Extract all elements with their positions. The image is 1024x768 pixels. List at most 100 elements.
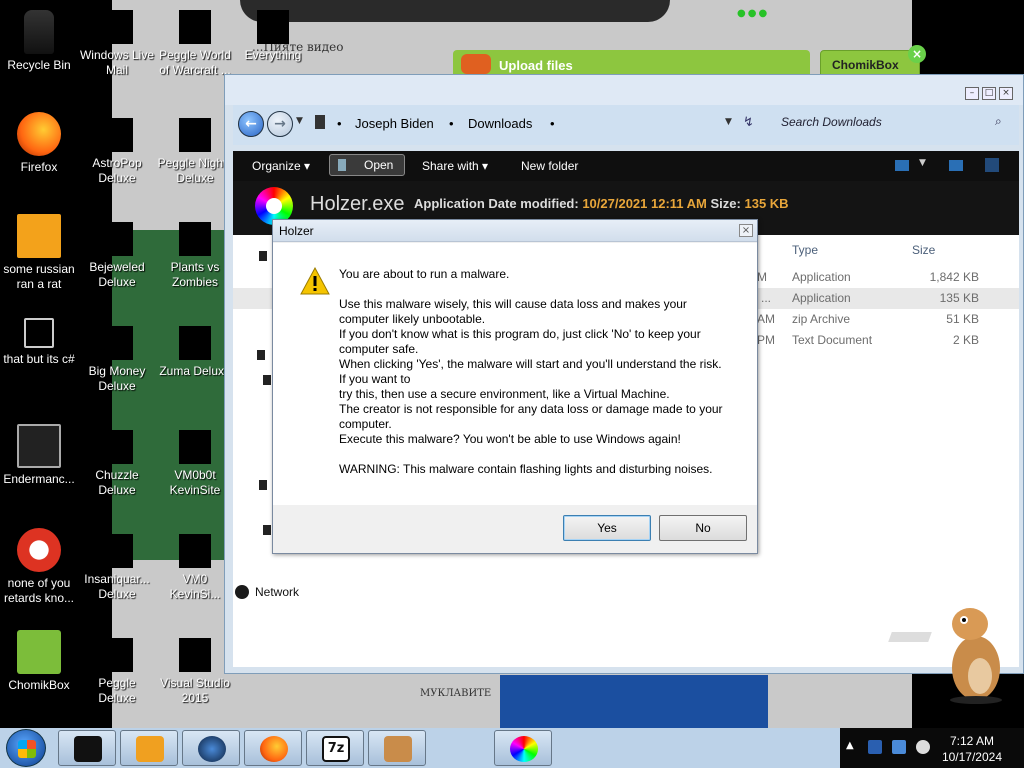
desktop-icon-peggle-nights[interactable]: Peggle Nights Deluxe [156,118,234,186]
search-icon[interactable]: ⌕ [995,114,1002,129]
share-with-button[interactable]: Share with ▾ [422,159,488,173]
desktop-icon-russian-rat[interactable]: some russian ran a rat [0,214,78,292]
breadcrumb-downloads[interactable]: Downloads [468,116,532,131]
no-button[interactable]: No [659,515,747,541]
file-icon [17,214,61,258]
refresh-icon[interactable]: ↯ [743,115,754,130]
webpage-blue-banner [500,675,768,728]
chuzzle-icon [101,430,133,464]
taskbar-holzer[interactable] [494,730,552,766]
cell-size: 51 KB [946,312,979,326]
cmd-icon [74,736,102,762]
desktop-icon-windows-live-mail[interactable]: Windows Live Mail [78,10,156,78]
command-bar: Organize ▾ Open Share with ▾ New folder … [233,151,1019,181]
details-meta: Application Date modified: 10/27/2021 12… [414,196,789,211]
desktop-icon-label: Peggle World of Warcraft ... [159,48,231,77]
desktop-icon-vm0[interactable]: VM0 KevinSi... [156,534,234,602]
start-button[interactable] [6,729,46,767]
nav-tree-icon[interactable] [263,375,271,385]
breadcrumb-separator-icon[interactable]: • [337,116,342,131]
details-file-name: Holzer.exe [310,193,405,215]
chevron-down-icon[interactable]: ▼ [919,158,926,168]
preview-pane-icon[interactable] [949,160,963,171]
cell-size: 135 KB [939,291,979,305]
desktop-icon-astropop[interactable]: AstroPop Deluxe [78,118,156,186]
nav-tree-icon[interactable] [259,480,267,490]
search-input[interactable]: Search Downloads ⌕ [777,111,1013,135]
visual-studio-icon [179,638,211,672]
address-dropdown-icon[interactable]: ▼ [725,117,732,127]
desktop-icon-vm0b0t[interactable]: VM0b0t KevinSite [156,430,234,498]
taskbar-7zip[interactable]: 7z [306,730,364,766]
vm-icon [179,534,211,568]
chevron-down-icon[interactable]: ▼ [296,116,303,126]
desktop-icon-firefox[interactable]: Firefox [0,112,78,175]
desktop-icon-label: Everything [244,48,302,62]
desktop-icon-everything[interactable]: Everything [234,10,312,63]
nav-tree-icon[interactable] [263,525,271,535]
taskbar-chomikbox[interactable] [368,730,426,766]
details-date-value: 10/27/2021 12:11 AM [582,196,707,211]
minimize-icon[interactable]: – [965,87,979,100]
back-icon[interactable]: ← [238,111,264,137]
organize-button[interactable]: Organize ▾ [252,159,310,173]
details-size-value: 135 KB [744,196,789,211]
chomikbox-icon [384,736,412,762]
yes-button[interactable]: Yes [563,515,651,541]
nav-tree-icon[interactable] [259,251,267,261]
nav-network[interactable]: Network [235,585,299,599]
close-badge-icon[interactable]: × [908,45,926,63]
desktop-icon-zuma[interactable]: Zuma Deluxe [156,326,234,379]
maximize-icon[interactable]: □ [982,87,996,100]
recycle-bin-icon [24,10,54,54]
desktop-icon-chuzzle[interactable]: Chuzzle Deluxe [78,430,156,498]
message-line: try this, then use a secure environment,… [339,387,670,401]
desktop-icon-visual-studio[interactable]: Visual Studio 2015 [156,638,234,706]
desktop-icon-big-money[interactable]: Big Money Deluxe [78,326,156,394]
network-tray-icon[interactable] [892,740,906,754]
browser-icon [198,736,226,762]
desktop-icon-chomikbox[interactable]: ChomikBox [0,630,78,693]
peggle-wow-icon [179,10,211,44]
peggle-icon [101,638,133,672]
tray-expand-icon[interactable]: ▲ [846,740,854,751]
details-size-label: Size: [710,196,741,211]
desktop-icon-insaniquarium[interactable]: Insaniquar... Deluxe [78,534,156,602]
clock[interactable]: 7:12 AM 10/17/2024 [942,733,1002,765]
breadcrumb-joseph-biden[interactable]: Joseph Biden [355,116,434,131]
help-icon[interactable] [985,158,999,172]
tray-app-icon[interactable] [868,740,882,754]
everything-icon [257,10,289,44]
message-line: Execute this malware? You won't be able … [339,432,681,446]
message-line: Use this malware wisely, this will cause… [339,297,687,326]
column-header-size[interactable]: Size [912,243,935,257]
desktop-icon-csharp[interactable]: that but its c# [0,318,78,367]
nav-tree-icon[interactable] [257,350,265,360]
desktop-icon-peggle-wow[interactable]: Peggle World of Warcraft ... [156,10,234,78]
taskbar-firefox[interactable] [244,730,302,766]
volume-icon[interactable] [916,740,930,754]
open-label: Open [364,158,394,172]
breadcrumb-separator-icon[interactable]: • [449,116,454,131]
close-icon[interactable]: × [739,224,753,237]
desktop-icon-peggle-deluxe[interactable]: Peggle Deluxe [78,638,156,706]
open-button[interactable]: Open [329,154,405,176]
desktop-icon-bejeweled[interactable]: Bejeweled Deluxe [78,222,156,290]
desktop-icon-recycle-bin[interactable]: Recycle Bin [0,10,78,73]
desktop-icon-label: ChomikBox [8,678,70,692]
desktop-icon-none-of-you[interactable]: none of you retards kno... [0,528,78,606]
taskbar-cmd[interactable] [58,730,116,766]
desktop-icon-label: AstroPop Deluxe [92,156,142,185]
forward-icon[interactable]: → [267,111,293,137]
desktop-icon-pvz[interactable]: Plants vs Zombies [156,222,234,290]
taskbar-browser[interactable] [182,730,240,766]
column-header-type[interactable]: Type [792,243,818,257]
desktop-icon-endermanch[interactable]: Endermanc... [0,424,78,487]
taskbar-media-player[interactable] [120,730,178,766]
new-folder-button[interactable]: New folder [521,159,578,173]
breadcrumb-separator-icon[interactable]: • [550,116,555,131]
zuma-icon [179,326,211,360]
view-icon[interactable] [895,160,909,171]
close-icon[interactable]: × [999,87,1013,100]
desktop-icon-label: VM0 KevinSi... [169,572,221,601]
